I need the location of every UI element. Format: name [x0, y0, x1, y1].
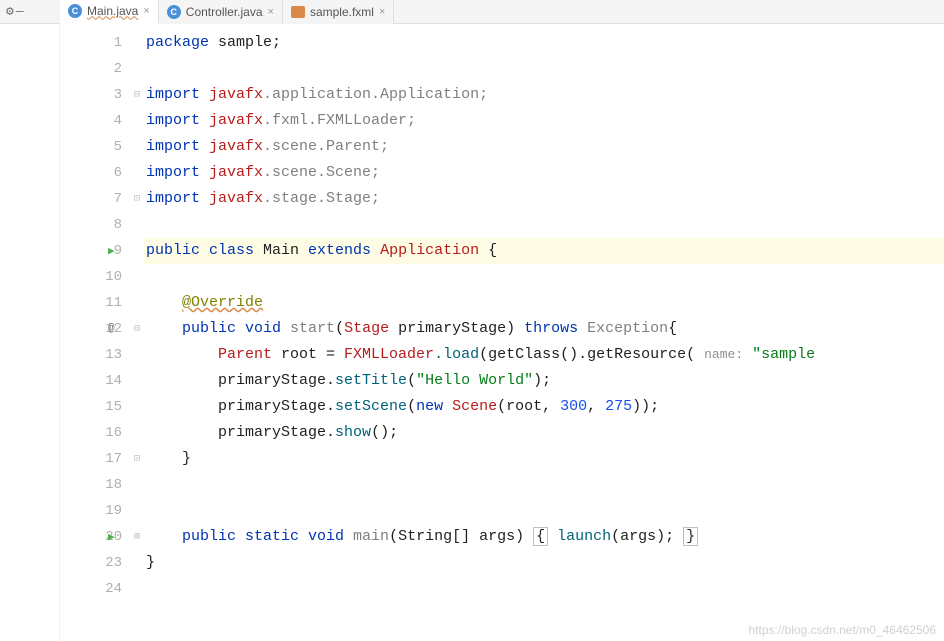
fold-marker[interactable] [130, 264, 144, 290]
fold-marker[interactable] [130, 394, 144, 420]
line-number: 15 [60, 394, 130, 420]
code-line[interactable] [144, 472, 944, 498]
fold-marker[interactable]: ⊟ [130, 316, 144, 342]
fold-marker[interactable] [130, 56, 144, 82]
code-line[interactable] [144, 56, 944, 82]
collapse-icon[interactable]: — [16, 4, 24, 19]
watermark: https://blog.csdn.net/m0_46462506 [749, 623, 936, 637]
editor-tabs: C Main.java × C Controller.java × sample… [60, 0, 394, 24]
fold-marker[interactable] [130, 368, 144, 394]
line-number: 17 [60, 446, 130, 472]
code-line[interactable] [144, 212, 944, 238]
line-number: 7 [60, 186, 130, 212]
code-line[interactable]: primaryStage.setTitle("Hello World"); [144, 368, 944, 394]
gear-icon[interactable]: ⚙ [6, 4, 14, 19]
code-line[interactable]: import javafx.application.Application; [144, 82, 944, 108]
tab-main-java[interactable]: C Main.java × [60, 0, 159, 24]
code-line[interactable]: } [144, 550, 944, 576]
line-number-gutter: 1 2 3 4 5 6 7 8 9▶ 10 11 12@ 13 14 15 16… [60, 24, 130, 641]
fold-marker[interactable] [130, 342, 144, 368]
fold-marker[interactable] [130, 238, 144, 264]
fold-marker[interactable] [130, 160, 144, 186]
line-number: 24 [60, 576, 130, 602]
line-number: 23 [60, 550, 130, 576]
code-line[interactable] [144, 576, 944, 602]
code-line[interactable]: } [144, 446, 944, 472]
fold-marker[interactable] [130, 134, 144, 160]
java-class-icon: C [167, 5, 181, 19]
fold-marker[interactable] [130, 550, 144, 576]
close-icon[interactable]: × [268, 6, 274, 18]
code-line[interactable]: public static void main(String[] args) {… [144, 524, 944, 550]
fold-marker[interactable]: ⊞ [130, 524, 144, 550]
line-number: 20▶ [60, 524, 130, 550]
line-number: 6 [60, 160, 130, 186]
fold-marker[interactable] [130, 420, 144, 446]
line-number: 5 [60, 134, 130, 160]
line-number: 11 [60, 290, 130, 316]
line-number: 19 [60, 498, 130, 524]
fold-marker[interactable] [130, 576, 144, 602]
code-line[interactable] [144, 498, 944, 524]
line-number: 8 [60, 212, 130, 238]
editor-area: 1 2 3 4 5 6 7 8 9▶ 10 11 12@ 13 14 15 16… [0, 24, 944, 641]
fold-marker[interactable]: ⊡ [130, 446, 144, 472]
fold-marker[interactable] [130, 498, 144, 524]
tab-sample-fxml[interactable]: sample.fxml × [283, 0, 394, 24]
run-icon[interactable]: ▶ [108, 530, 115, 544]
line-number: 4 [60, 108, 130, 134]
line-number: 12@ [60, 316, 130, 342]
code-line[interactable]: import javafx.fxml.FXMLLoader; [144, 108, 944, 134]
line-number: 18 [60, 472, 130, 498]
code-line[interactable]: primaryStage.show(); [144, 420, 944, 446]
close-icon[interactable]: × [143, 5, 149, 17]
fold-marker[interactable] [130, 30, 144, 56]
code-line[interactable]: @Override [144, 290, 944, 316]
code-line[interactable]: import javafx.stage.Stage; [144, 186, 944, 212]
fold-marker[interactable] [130, 212, 144, 238]
tab-controller-java[interactable]: C Controller.java × [159, 0, 283, 24]
code-editor[interactable]: package sample; import javafx.applicatio… [144, 24, 944, 641]
tab-label: sample.fxml [310, 5, 374, 19]
fold-marker[interactable]: ⊡ [130, 186, 144, 212]
fold-marker[interactable] [130, 290, 144, 316]
run-icon[interactable]: ▶ [108, 244, 115, 258]
line-number: 1 [60, 30, 130, 56]
line-number: 16 [60, 420, 130, 446]
settings-area[interactable]: ⚙ — [0, 4, 60, 19]
code-line[interactable]: primaryStage.setScene(new Scene(root, 30… [144, 394, 944, 420]
java-class-icon: C [68, 4, 82, 18]
line-number: 9▶ [60, 238, 130, 264]
code-line[interactable]: import javafx.scene.Scene; [144, 160, 944, 186]
fold-column: ⊟ ⊡ ⊟ ⊡ ⊞ [130, 24, 144, 641]
fxml-file-icon [291, 6, 305, 18]
line-number: 14 [60, 368, 130, 394]
code-line[interactable] [144, 264, 944, 290]
code-line[interactable]: Parent root = FXMLLoader.load(getClass()… [144, 342, 944, 368]
line-number: 3 [60, 82, 130, 108]
editor-top-bar: ⚙ — C Main.java × C Controller.java × sa… [0, 0, 944, 24]
code-line[interactable]: package sample; [144, 30, 944, 56]
code-line[interactable]: import javafx.scene.Parent; [144, 134, 944, 160]
fold-marker[interactable]: ⊟ [130, 82, 144, 108]
fold-marker[interactable] [130, 472, 144, 498]
line-number: 13 [60, 342, 130, 368]
left-margin [0, 24, 60, 641]
code-line[interactable]: public class Main extends Application { [144, 238, 944, 264]
code-line[interactable]: public void start(Stage primaryStage) th… [144, 316, 944, 342]
line-number: 10 [60, 264, 130, 290]
tab-label: Main.java [87, 4, 138, 18]
tab-label: Controller.java [186, 5, 263, 19]
override-icon[interactable]: @ [108, 323, 115, 335]
fold-marker[interactable] [130, 108, 144, 134]
line-number: 2 [60, 56, 130, 82]
close-icon[interactable]: × [379, 6, 385, 18]
